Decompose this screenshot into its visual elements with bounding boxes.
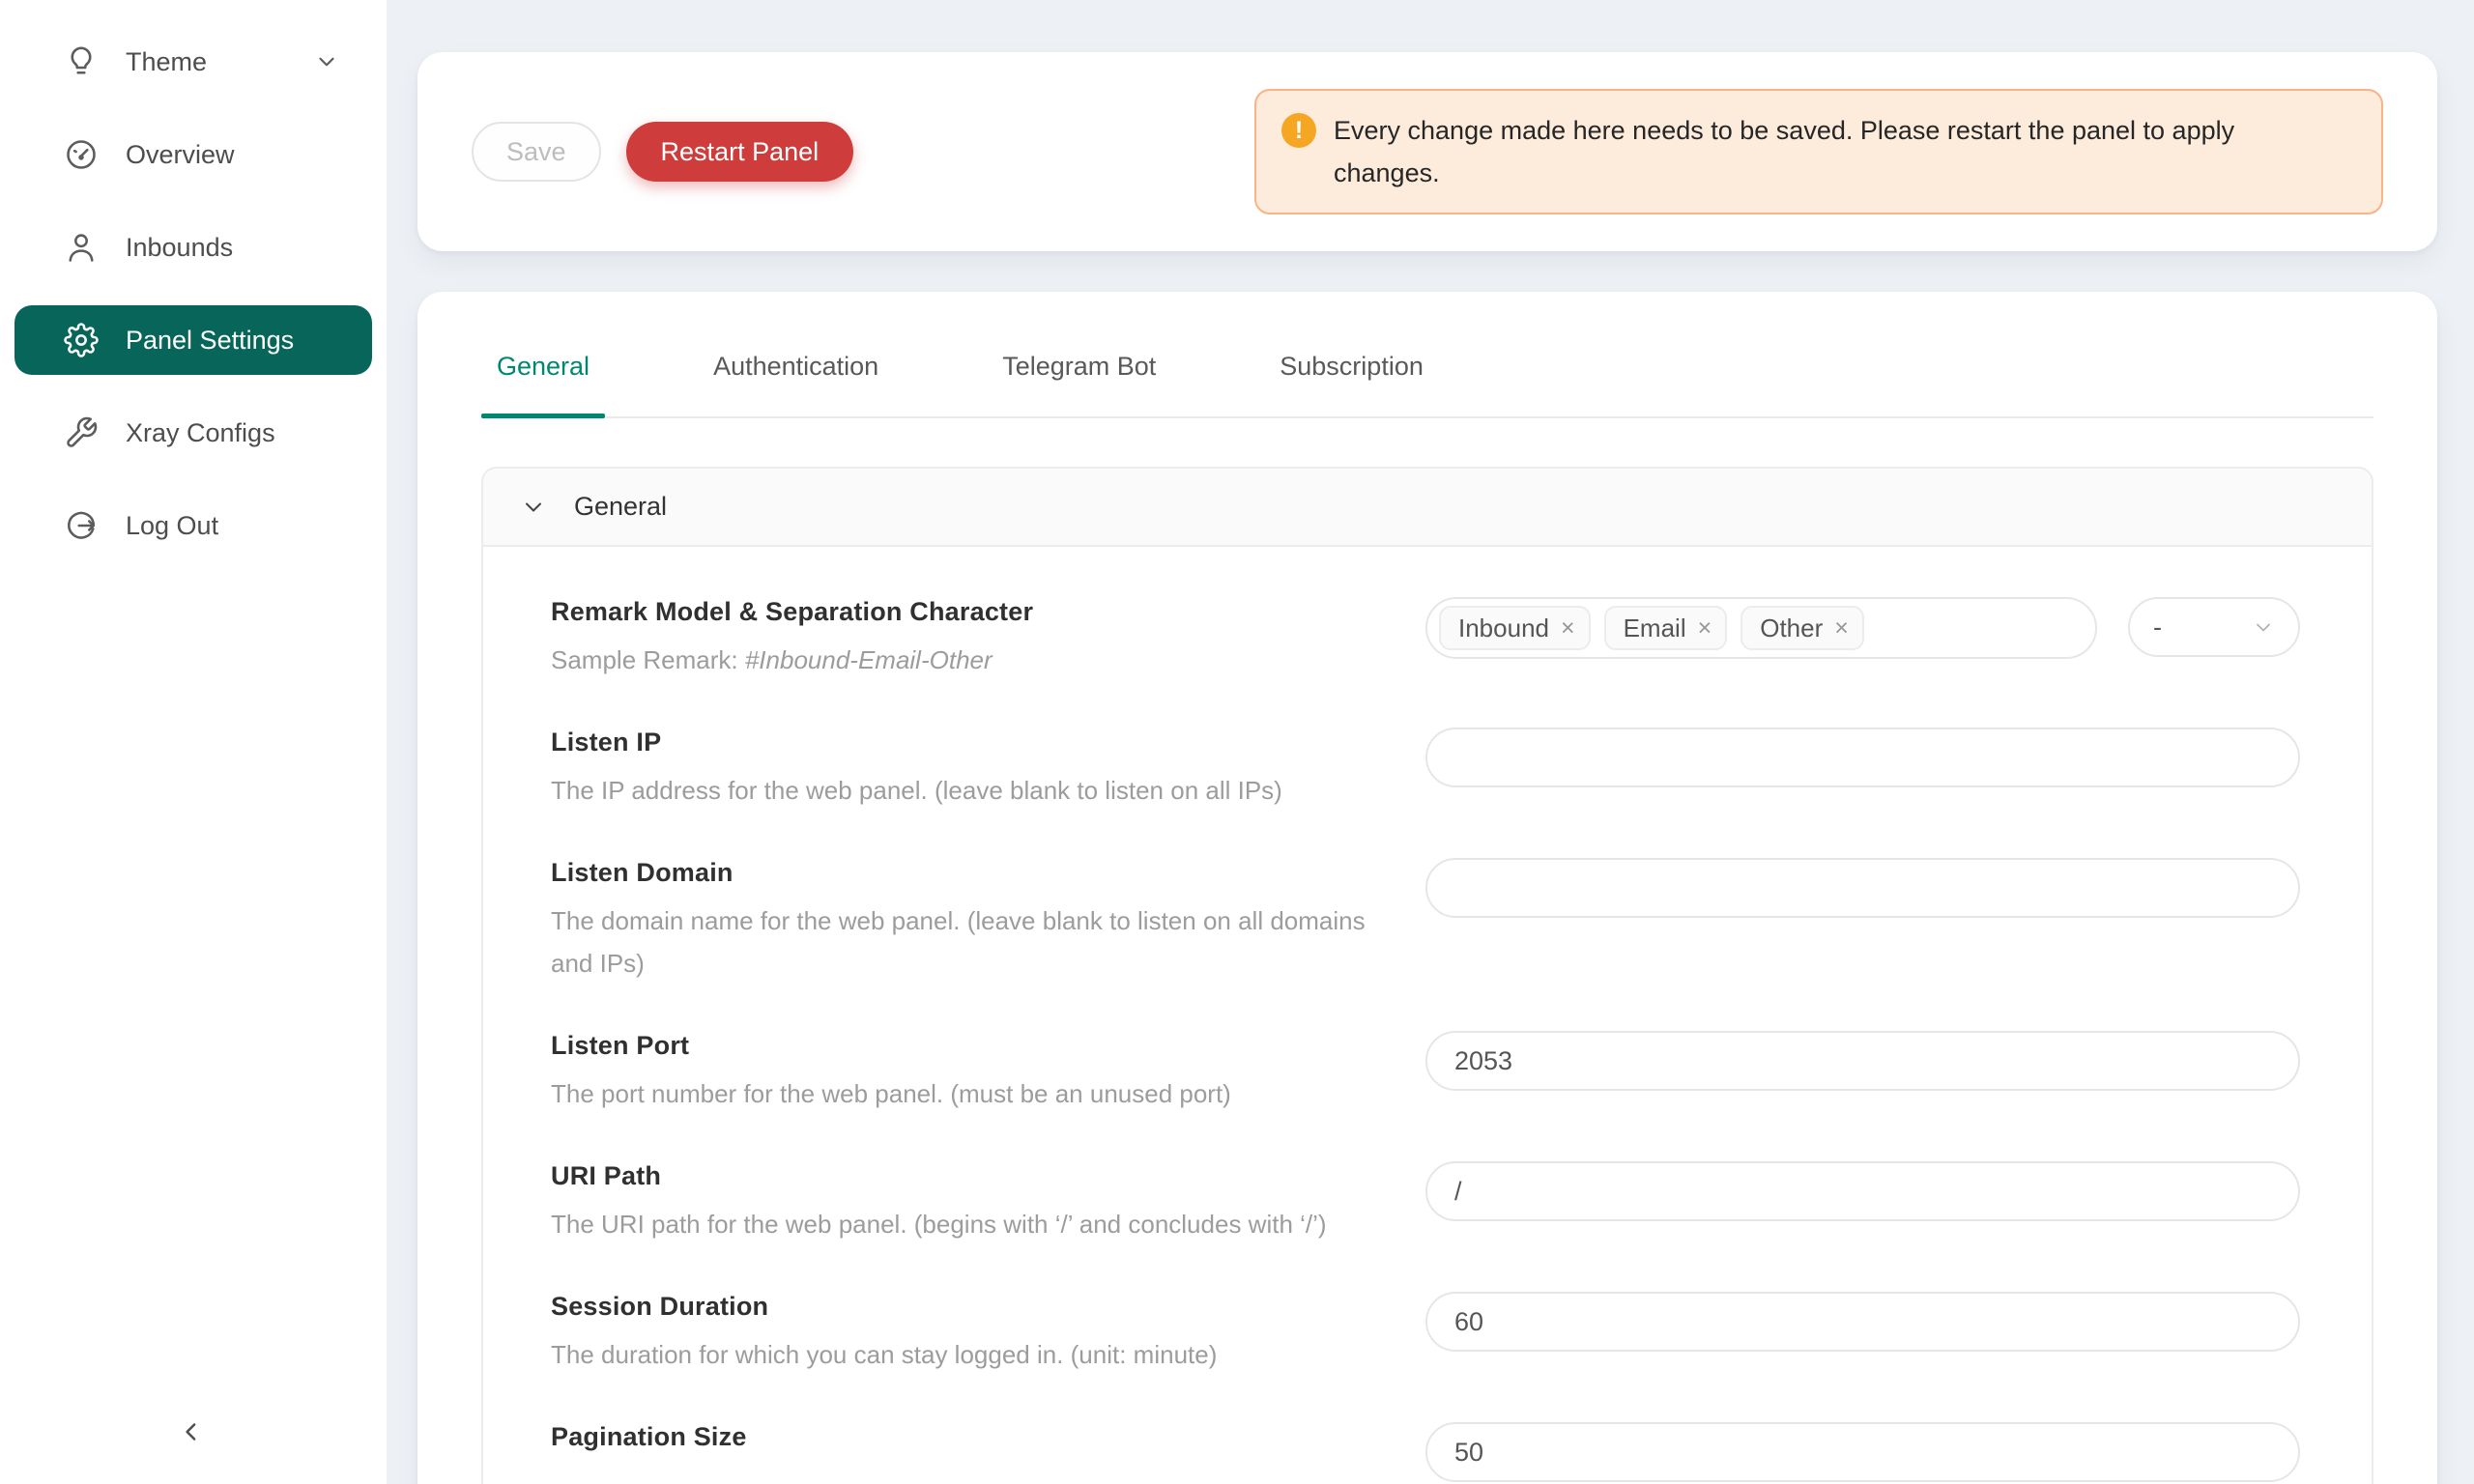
field-label: Listen IP xyxy=(551,728,1377,757)
chevron-left-icon xyxy=(177,1417,206,1451)
sidebar-item-logout[interactable]: Log Out xyxy=(14,491,372,560)
field-label: Listen Port xyxy=(551,1031,1377,1061)
field-description: The IP address for the web panel. (leave… xyxy=(551,769,1377,812)
collapse-title: General xyxy=(574,492,667,522)
form-row-uri-path: URI Path The URI path for the web panel.… xyxy=(551,1161,2300,1245)
tag-label: Inbound xyxy=(1458,614,1549,643)
general-collapse-panel: General Remark Model & Separation Charac… xyxy=(481,467,2373,1484)
sidebar-item-label: Log Out xyxy=(126,511,218,541)
remark-tags-input[interactable]: Inbound × Email × Other xyxy=(1425,597,2097,659)
tag-other: Other × xyxy=(1740,606,1864,650)
sidebar-item-theme[interactable]: Theme xyxy=(14,27,372,97)
tab-general[interactable]: General xyxy=(481,346,605,416)
form-row-listen-ip: Listen IP The IP address for the web pan… xyxy=(551,728,2300,812)
gear-icon xyxy=(64,323,99,357)
wrench-icon xyxy=(64,415,99,450)
sidebar-item-label: Inbounds xyxy=(126,233,233,263)
field-label: Listen Domain xyxy=(551,858,1377,888)
sample-remark-prefix: Sample Remark: xyxy=(551,645,745,674)
uri-path-input[interactable] xyxy=(1425,1161,2300,1221)
tag-email: Email × xyxy=(1604,606,1728,650)
field-label: Pagination Size xyxy=(551,1422,1377,1452)
chevron-down-icon xyxy=(522,496,545,519)
sample-remark-value: #Inbound-Email-Other xyxy=(745,645,992,674)
separator-select[interactable]: - xyxy=(2128,597,2300,657)
field-label: Remark Model & Separation Character xyxy=(551,597,1377,627)
tag-label: Other xyxy=(1760,614,1823,643)
sidebar-item-label: Panel Settings xyxy=(126,326,294,356)
form-row-listen-port: Listen Port The port number for the web … xyxy=(551,1031,2300,1115)
chevron-down-icon xyxy=(314,49,339,74)
field-description: The URI path for the web panel. (begins … xyxy=(551,1203,1377,1245)
tag-remove-icon[interactable]: × xyxy=(1698,616,1712,641)
lightbulb-icon xyxy=(64,44,99,79)
tab-telegram-bot[interactable]: Telegram Bot xyxy=(987,346,1171,416)
field-description: Sample Remark: #Inbound-Email-Other xyxy=(551,639,1377,681)
field-label: Session Duration xyxy=(551,1292,1377,1322)
alert-message: Every change made here needs to be saved… xyxy=(1334,109,2314,194)
field-label: URI Path xyxy=(551,1161,1377,1191)
warning-icon: ! xyxy=(1281,113,1316,148)
form-row-remark: Remark Model & Separation Character Samp… xyxy=(551,597,2300,681)
form-row-listen-domain: Listen Domain The domain name for the we… xyxy=(551,858,2300,985)
sidebar-item-inbounds[interactable]: Inbounds xyxy=(14,213,372,282)
tab-subscription[interactable]: Subscription xyxy=(1264,346,1439,416)
save-button[interactable]: Save xyxy=(472,122,601,182)
select-value: - xyxy=(2153,613,2162,642)
sidebar-item-overview[interactable]: Overview xyxy=(14,120,372,189)
tag-inbound: Inbound × xyxy=(1439,606,1591,650)
settings-card: General Authentication Telegram Bot Subs… xyxy=(417,292,2437,1484)
sidebar-item-label: Theme xyxy=(126,47,207,77)
field-description: The port number for the web panel. (must… xyxy=(551,1072,1377,1115)
app-root: Theme Overview xyxy=(0,0,2474,1484)
toolbar-card: Save Restart Panel ! Every change made h… xyxy=(417,52,2437,251)
field-description: The duration for which you can stay logg… xyxy=(551,1333,1377,1376)
pagination-size-input[interactable] xyxy=(1425,1422,2300,1482)
warning-alert: ! Every change made here needs to be sav… xyxy=(1254,89,2383,214)
session-duration-input[interactable] xyxy=(1425,1292,2300,1352)
collapse-header[interactable]: General xyxy=(483,469,2372,547)
sidebar-collapse-button[interactable] xyxy=(160,1403,222,1465)
main-content: Save Restart Panel ! Every change made h… xyxy=(387,0,2474,1484)
sidebar-item-label: Overview xyxy=(126,140,235,170)
form-row-pagination-size: Pagination Size xyxy=(551,1422,2300,1482)
tag-remove-icon[interactable]: × xyxy=(1834,616,1849,641)
gauge-icon xyxy=(64,137,99,172)
listen-port-input[interactable] xyxy=(1425,1031,2300,1091)
sidebar-item-xray-configs[interactable]: Xray Configs xyxy=(14,398,372,468)
listen-ip-input[interactable] xyxy=(1425,728,2300,787)
tab-authentication[interactable]: Authentication xyxy=(698,346,894,416)
user-icon xyxy=(64,230,99,265)
logout-icon xyxy=(64,508,99,543)
tag-label: Email xyxy=(1624,614,1686,643)
collapse-body: Remark Model & Separation Character Samp… xyxy=(483,547,2372,1484)
tabs: General Authentication Telegram Bot Subs… xyxy=(481,346,2373,418)
tag-remove-icon[interactable]: × xyxy=(1561,616,1575,641)
restart-panel-button[interactable]: Restart Panel xyxy=(626,122,854,182)
chevron-down-icon xyxy=(2252,615,2275,639)
form-row-session-duration: Session Duration The duration for which … xyxy=(551,1292,2300,1376)
field-description: The domain name for the web panel. (leav… xyxy=(551,899,1377,985)
sidebar-item-label: Xray Configs xyxy=(126,418,275,448)
listen-domain-input[interactable] xyxy=(1425,858,2300,918)
sidebar: Theme Overview xyxy=(0,0,387,1484)
sidebar-item-panel-settings[interactable]: Panel Settings xyxy=(14,305,372,375)
